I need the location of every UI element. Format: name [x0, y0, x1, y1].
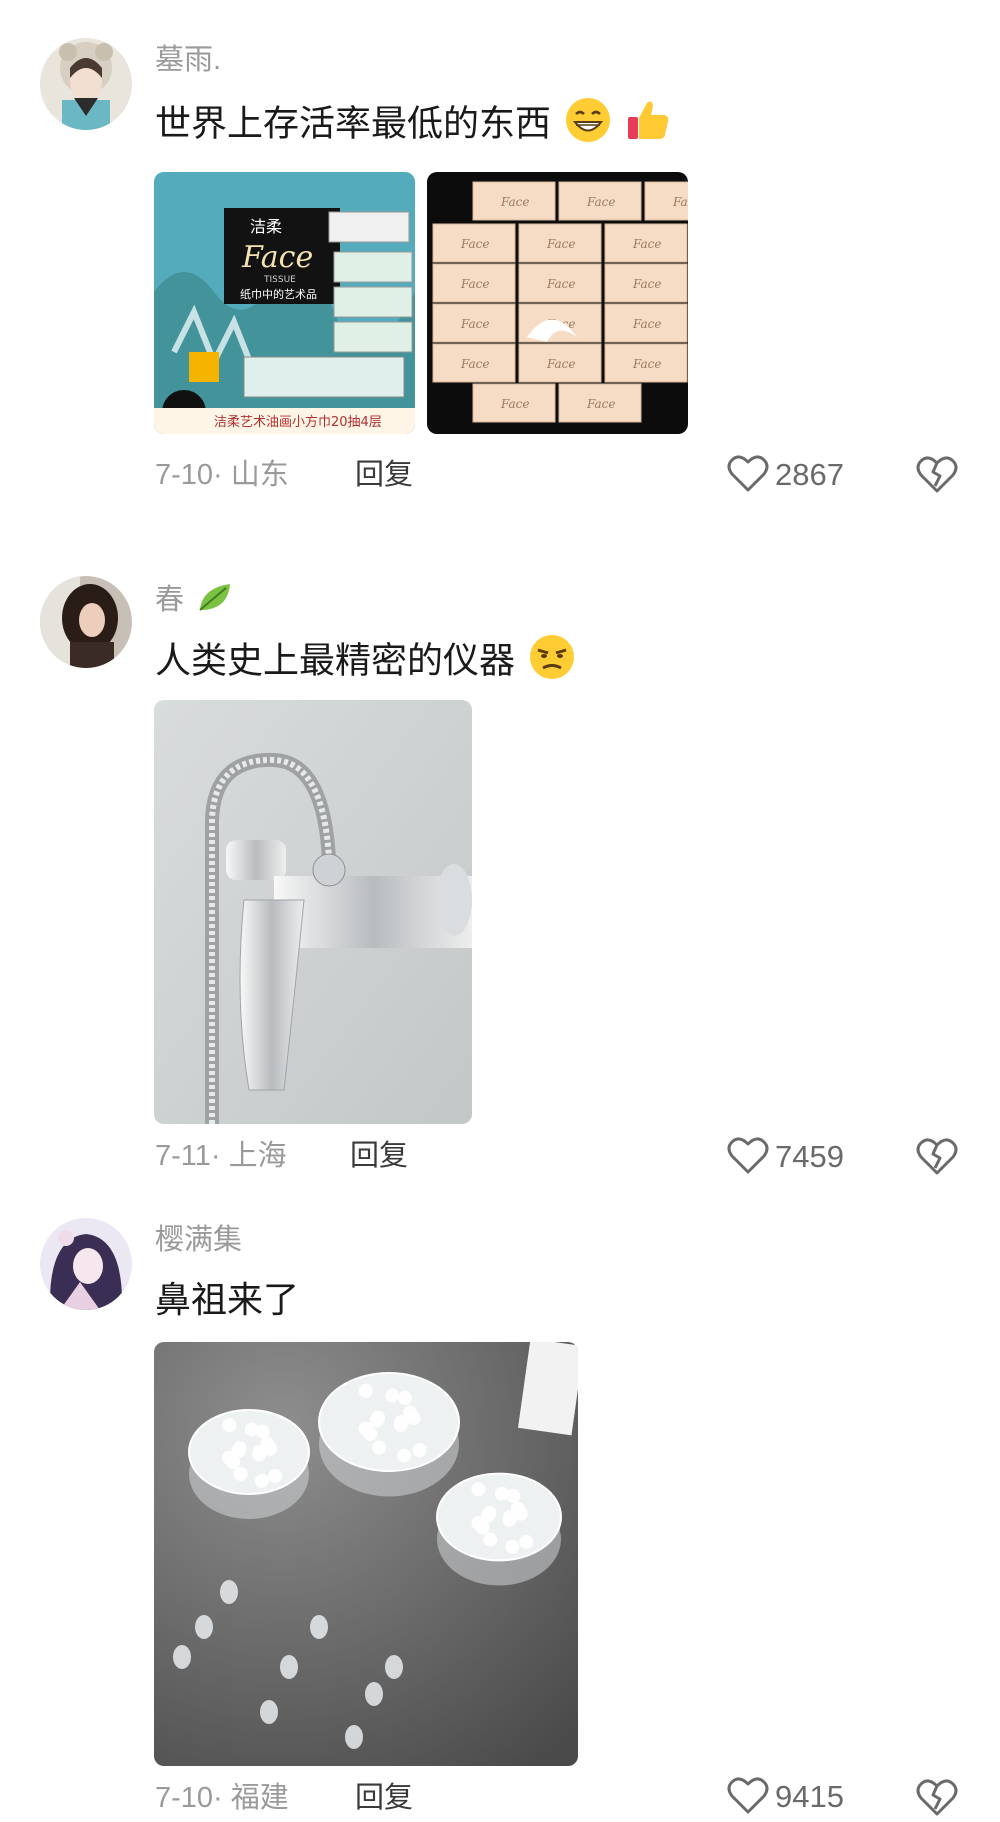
- earring-back: [173, 1645, 191, 1669]
- bead: [412, 1443, 427, 1458]
- bead: [263, 1441, 278, 1456]
- earring-back: [195, 1615, 213, 1639]
- bead: [222, 1450, 237, 1465]
- username[interactable]: 樱满集: [155, 1222, 242, 1258]
- comment-text-content: 鼻祖来了: [155, 1279, 300, 1320]
- bead: [233, 1466, 248, 1481]
- reply-button[interactable]: 回复: [355, 1778, 413, 1818]
- comment-3: 樱满集 鼻祖来了 7-10· 福建 回复 9415: [0, 0, 1000, 1822]
- jar-top: [436, 1472, 562, 1562]
- bead: [471, 1515, 486, 1530]
- earring-back: [345, 1725, 363, 1749]
- heart-icon: [727, 1775, 769, 1820]
- jar-top: [318, 1372, 460, 1472]
- earring-back: [220, 1580, 238, 1604]
- like-button[interactable]: 9415: [727, 1775, 844, 1819]
- comment-text: 鼻祖来了: [155, 1276, 299, 1324]
- comment-location: 福建: [230, 1782, 289, 1814]
- bead: [232, 1441, 247, 1456]
- bead: [483, 1532, 498, 1547]
- earring-back: [365, 1682, 383, 1706]
- bead: [255, 1424, 270, 1439]
- comment-image-earring-backs[interactable]: [154, 1342, 578, 1766]
- bead: [371, 1410, 386, 1425]
- bead: [513, 1506, 528, 1521]
- comment-meta: 7-10· 福建: [155, 1782, 289, 1814]
- bead: [358, 1421, 373, 1436]
- bead: [406, 1411, 421, 1426]
- bead: [505, 1539, 520, 1554]
- bead: [482, 1506, 497, 1521]
- earring-back: [280, 1655, 298, 1679]
- like-count: 9415: [775, 1779, 844, 1814]
- bead: [398, 1391, 413, 1406]
- earring-back: [385, 1655, 403, 1679]
- bead: [397, 1448, 412, 1463]
- bead: [222, 1418, 237, 1433]
- bead: [471, 1482, 486, 1497]
- comment-date: 7-10: [155, 1782, 214, 1814]
- bead: [268, 1469, 283, 1484]
- earring-back: [310, 1615, 328, 1639]
- avatar[interactable]: [40, 1218, 132, 1310]
- broken-heart-icon: [916, 1779, 958, 1821]
- bead: [506, 1488, 521, 1503]
- bead: [254, 1473, 269, 1488]
- bead: [358, 1383, 373, 1398]
- bead: [393, 1418, 408, 1433]
- bead: [385, 1388, 400, 1403]
- dislike-button[interactable]: [916, 1777, 958, 1819]
- bead: [372, 1440, 387, 1455]
- bead: [519, 1534, 534, 1549]
- jar-top: [188, 1409, 310, 1495]
- earring-back: [260, 1700, 278, 1724]
